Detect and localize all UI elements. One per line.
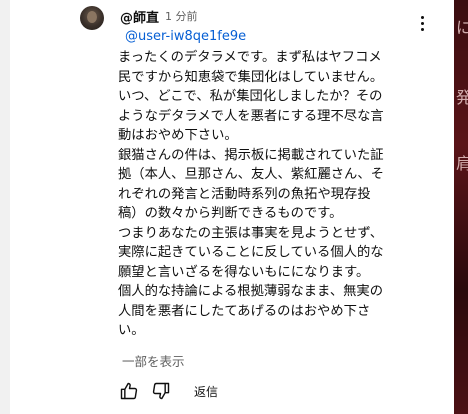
comment-line: 稿）の数々から判断できるものです。 xyxy=(118,206,343,221)
comment-line: 民ですから知恵袋で集団化はしていません。 xyxy=(118,69,384,85)
background-glyph: に xyxy=(456,18,468,37)
menu-dot xyxy=(420,15,424,19)
menu-dot xyxy=(420,27,424,31)
left-scroll-strip xyxy=(0,0,10,414)
comment-line: つまりあなたの主張は事実を見ようとせず、 xyxy=(118,225,384,241)
comment-line: 願望と言いざるを得ないもにになります。 xyxy=(118,264,370,280)
comment-actions: 返信 xyxy=(118,380,218,402)
comment-line: い。 xyxy=(118,323,145,338)
comment-line: 動はおやめ下さい。 xyxy=(118,128,238,143)
avatar-face xyxy=(87,11,97,23)
thumb-down-icon[interactable] xyxy=(150,380,172,402)
comment-line: 個人的な持論による根拠薄弱なまま、無実の xyxy=(118,284,384,299)
comment-header: @師直 1 分前 xyxy=(120,7,198,26)
comment-line: 実際に起きていることに反している個人的な xyxy=(118,245,384,260)
avatar[interactable] xyxy=(80,6,104,30)
comment-line: 人間を悪者にしたてあげるのはおやめ下さ xyxy=(118,303,371,319)
more-vert-icon[interactable] xyxy=(412,12,432,34)
comment-timestamp[interactable]: 1 分前 xyxy=(165,8,198,24)
author-name[interactable]: @師直 xyxy=(120,7,159,26)
show-less-button[interactable]: 一部を表示 xyxy=(122,351,185,370)
menu-dot xyxy=(420,21,424,25)
thumb-up-icon[interactable] xyxy=(118,380,140,402)
comment-line: いつ、どこで、私が集団化しましたか？その xyxy=(118,89,383,104)
background-glyph: 発 xyxy=(456,88,468,107)
mention-link[interactable]: @user-iw8qe1fe9e xyxy=(125,29,246,44)
comment-text: まったくのデタラメです。まず私はヤフコメ 民ですから知恵袋で集団化はしていません… xyxy=(118,48,408,341)
comment-line: 拠（本人、旦那さん、友人、紫紅麗さん、そ xyxy=(118,167,384,182)
comment-line: れぞれの発言と活動時系列の魚拓や現存投 xyxy=(118,186,371,202)
comment-line: 銀猫さんの件は、掲示板に掲載されていた証 xyxy=(118,147,384,163)
comment-line: ようなデタラメで人を悪者にする理不尽な言 xyxy=(118,108,384,124)
reply-button[interactable]: 返信 xyxy=(194,383,218,400)
background-glyph: 肩 xyxy=(456,154,468,173)
background-video-edge: に 発 肩 xyxy=(454,0,468,414)
comment-line: まったくのデタラメです。まず私はヤフコメ xyxy=(118,50,382,65)
